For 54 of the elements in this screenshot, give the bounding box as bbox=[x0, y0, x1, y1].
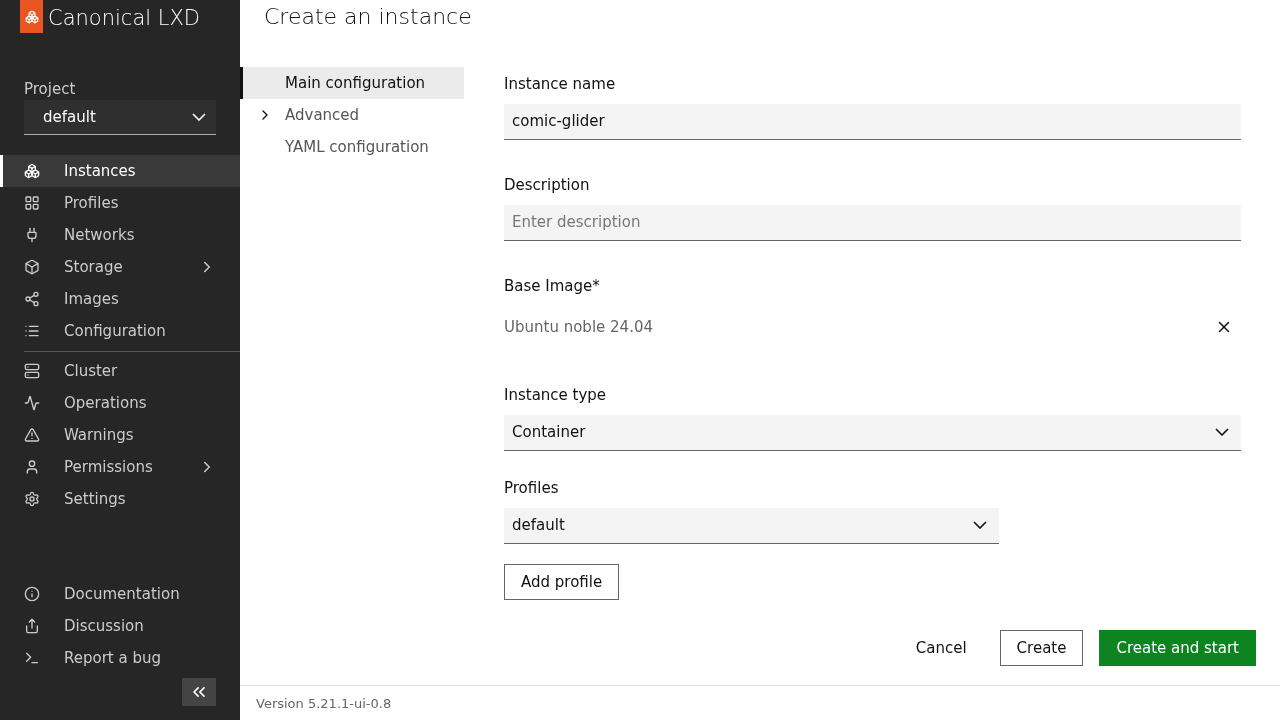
field-label: Profiles bbox=[504, 478, 560, 497]
nav-item[interactable]: Settings bbox=[0, 483, 240, 515]
field-label: Instance name bbox=[504, 74, 617, 93]
field-label: Base Image* bbox=[504, 276, 601, 295]
nav-item[interactable]: Storage bbox=[0, 251, 240, 283]
chevron-icon bbox=[1215, 428, 1229, 437]
nav-link[interactable]: Discussion bbox=[0, 610, 240, 642]
nav-icon bbox=[24, 195, 40, 211]
nav-item[interactable]: Images bbox=[0, 283, 240, 315]
chevron-icon bbox=[192, 113, 206, 121]
version-text: Version 5.21.1-ui-0.8 bbox=[256, 695, 392, 711]
input-field[interactable]: comic-glider bbox=[504, 103, 1241, 140]
page-title: Create an instance bbox=[264, 4, 473, 31]
field-label: Description bbox=[504, 175, 591, 194]
section-tab[interactable]: YAML configuration bbox=[240, 130, 464, 163]
nav-icon bbox=[24, 227, 40, 243]
project-select[interactable]: default bbox=[24, 100, 216, 135]
nav-icon bbox=[24, 491, 40, 507]
section-tab[interactable]: Main configuration bbox=[240, 66, 464, 99]
nav-item[interactable]: Configuration bbox=[0, 315, 240, 347]
nav-icon bbox=[24, 291, 40, 307]
input-field[interactable]: Enter description bbox=[504, 204, 1241, 241]
collapse-button[interactable] bbox=[182, 678, 216, 706]
nav-link[interactable]: Report a bug bbox=[0, 642, 240, 674]
nav-icon bbox=[24, 650, 40, 666]
nav-icon bbox=[24, 459, 40, 475]
nav-item[interactable]: Cluster bbox=[0, 355, 240, 387]
nav-item[interactable]: Networks bbox=[0, 219, 240, 251]
logo-icon bbox=[20, 0, 43, 33]
nav-icon bbox=[24, 618, 40, 634]
nav-icon bbox=[24, 586, 40, 602]
field-label: Instance type bbox=[504, 385, 608, 404]
create-button[interactable]: Create bbox=[999, 629, 1084, 666]
nav-item[interactable]: Permissions bbox=[0, 451, 240, 483]
nav-link[interactable]: Documentation bbox=[0, 578, 240, 610]
nav-icon bbox=[24, 395, 40, 411]
chevron-icon bbox=[973, 521, 987, 530]
select-field[interactable]: default bbox=[504, 507, 999, 544]
nav-item[interactable]: Instances bbox=[0, 155, 240, 187]
nav-icon bbox=[24, 427, 40, 443]
image-value: Ubuntu noble 24.04 bbox=[504, 317, 653, 336]
nav-item[interactable]: Warnings bbox=[0, 419, 240, 451]
brand-name: Canonical LXD bbox=[48, 6, 200, 30]
create-and-start-button[interactable]: Create and start bbox=[1099, 629, 1256, 666]
add-profile-button[interactable]: Add profile bbox=[504, 563, 620, 600]
nav-icon bbox=[24, 323, 40, 339]
nav-icon bbox=[24, 163, 40, 179]
select-field[interactable]: Container bbox=[504, 414, 1241, 451]
project-label: Project bbox=[24, 80, 77, 98]
section-tab[interactable]: Advanced bbox=[240, 98, 464, 131]
nav-icon bbox=[24, 363, 40, 379]
nav-item[interactable]: Operations bbox=[0, 387, 240, 419]
nav-icon bbox=[24, 259, 40, 275]
nav-item[interactable]: Profiles bbox=[0, 187, 240, 219]
